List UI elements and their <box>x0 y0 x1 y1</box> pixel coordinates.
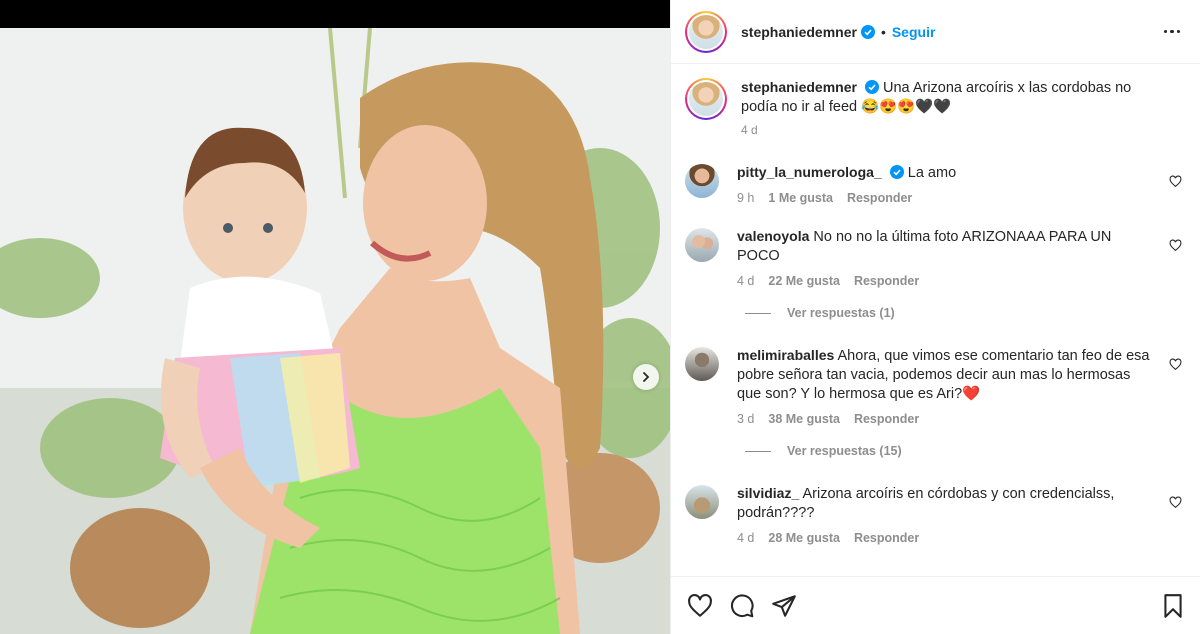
comment-meta: 4 d 22 Me gusta Responder <box>737 274 1154 288</box>
next-photo-button[interactable] <box>633 364 659 390</box>
heart-icon[interactable] <box>687 593 713 619</box>
heart-icon[interactable] <box>1169 175 1182 188</box>
caption-avatar[interactable] <box>685 78 727 120</box>
verified-badge-icon <box>864 80 879 94</box>
comment-item: valenoyola No no no la última foto ARIZO… <box>685 227 1184 288</box>
reply-button[interactable]: Responder <box>854 274 919 288</box>
comment-likes[interactable]: 38 Me gusta <box>768 412 840 426</box>
header-separator: • <box>880 23 886 40</box>
comment-bubble-icon[interactable] <box>729 593 755 619</box>
heart-icon[interactable] <box>1169 496 1182 509</box>
caption-username[interactable]: stephaniedemner <box>741 79 857 95</box>
heart-icon[interactable] <box>1169 358 1182 371</box>
commenter-avatar[interactable] <box>685 228 719 262</box>
post-media <box>0 0 670 634</box>
comment-time: 3 d <box>737 412 755 426</box>
heart-icon[interactable] <box>1169 239 1182 252</box>
comment-text: La amo <box>907 165 957 181</box>
comment-item: pitty_la_numerologa_ La amo 9 h 1 Me gus… <box>685 163 1184 205</box>
verified-badge-icon <box>860 24 875 39</box>
comment-likes[interactable]: 22 Me gusta <box>768 274 840 288</box>
view-replies-button[interactable]: Ver respuestas (15) <box>745 444 1184 458</box>
post-photo <box>0 28 670 634</box>
photo-illustration <box>0 28 670 634</box>
verified-badge-icon <box>889 165 904 179</box>
comment-meta: 9 h 1 Me gusta Responder <box>737 191 1154 205</box>
view-replies-label: Ver respuestas (15) <box>787 444 902 458</box>
commenter-username[interactable]: silvidiaz_ <box>737 485 799 501</box>
comment-meta: 4 d 28 Me gusta Responder <box>737 531 1154 545</box>
more-options-icon[interactable] <box>1160 26 1185 38</box>
post-header: stephaniedemner • Seguir <box>671 0 1200 64</box>
comments-section[interactable]: stephaniedemner Una Arizona arcoíris x l… <box>671 64 1200 576</box>
post-side-panel: stephaniedemner • Seguir stephaniedemner… <box>670 0 1200 634</box>
author-avatar[interactable] <box>685 10 727 53</box>
commenter-username[interactable]: valenoyola <box>737 228 809 244</box>
reply-button[interactable]: Responder <box>847 191 912 205</box>
reply-button[interactable]: Responder <box>854 412 919 426</box>
post-caption: stephaniedemner Una Arizona arcoíris x l… <box>685 78 1184 137</box>
view-replies-button[interactable]: Ver respuestas (1) <box>745 306 1184 320</box>
view-replies-label: Ver respuestas (1) <box>787 306 895 320</box>
comment-time: 4 d <box>737 274 755 288</box>
commenter-avatar[interactable] <box>685 347 719 381</box>
bookmark-icon[interactable] <box>1160 593 1186 619</box>
commenter-username[interactable]: pitty_la_numerologa_ <box>737 164 882 180</box>
caption-time: 4 d <box>741 123 758 137</box>
comment-time: 4 d <box>737 531 755 545</box>
commenter-username[interactable]: melimiraballes <box>737 347 834 363</box>
follow-button[interactable]: Seguir <box>892 24 936 40</box>
comment-likes[interactable]: 28 Me gusta <box>768 531 840 545</box>
comment-likes[interactable]: 1 Me gusta <box>768 191 833 205</box>
paper-plane-icon[interactable] <box>771 593 797 619</box>
chevron-right-icon <box>643 372 650 382</box>
commenter-avatar[interactable] <box>685 485 719 519</box>
post-actions-bar <box>671 576 1200 634</box>
reply-button[interactable]: Responder <box>854 531 919 545</box>
comment-time: 9 h <box>737 191 755 205</box>
author-username[interactable]: stephaniedemner <box>741 24 857 40</box>
comment-item: melimiraballes Ahora, que vimos ese come… <box>685 346 1184 426</box>
instagram-post-dialog: stephaniedemner • Seguir stephaniedemner… <box>0 0 1200 634</box>
commenter-avatar[interactable] <box>685 164 719 198</box>
author-info: stephaniedemner • Seguir <box>741 24 935 40</box>
comment-item: silvidiaz_ Arizona arcoíris en córdobas … <box>685 484 1184 545</box>
comment-meta: 3 d 38 Me gusta Responder <box>737 412 1154 426</box>
